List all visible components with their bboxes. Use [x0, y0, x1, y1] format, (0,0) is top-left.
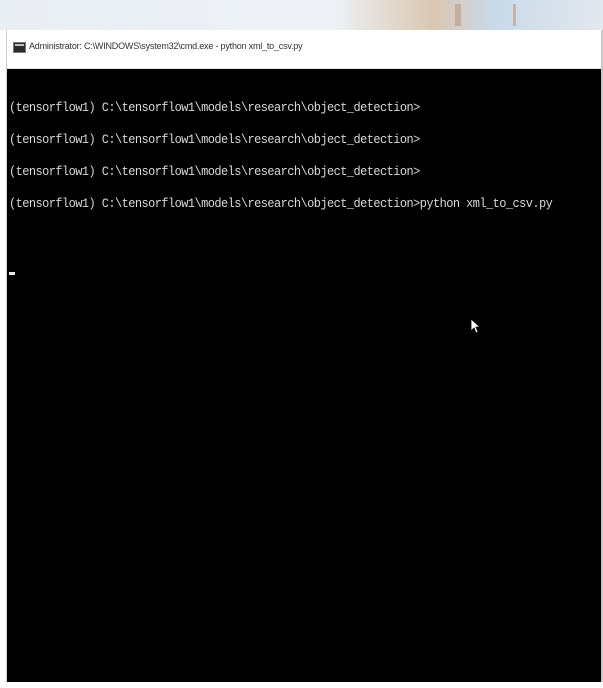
- cmd-window[interactable]: Administrator: C:\WINDOWS\system32\cmd.e…: [6, 30, 603, 682]
- desktop-decoration: [455, 4, 461, 26]
- text-cursor: [9, 272, 15, 275]
- desktop-decoration: [513, 4, 516, 26]
- console-line: (tensorflow1) C:\tensorflow1\models\rese…: [9, 196, 553, 211]
- desktop-background: [0, 0, 603, 30]
- window-titlebar[interactable]: Administrator: C:\WINDOWS\system32\cmd.e…: [7, 30, 603, 69]
- console-line: (tensorflow1) C:\tensorflow1\models\rese…: [9, 132, 420, 147]
- screenshot-frame: Administrator: C:\WINDOWS\system32\cmd.e…: [0, 0, 603, 688]
- console-line: (tensorflow1) C:\tensorflow1\models\rese…: [9, 100, 420, 115]
- console-output[interactable]: (tensorflow1) C:\tensorflow1\models\rese…: [7, 68, 603, 682]
- window-title: Administrator: C:\WINDOWS\system32\cmd.e…: [29, 41, 303, 51]
- mouse-pointer-icon: [470, 318, 480, 334]
- bottom-margin: [0, 682, 603, 688]
- cmd-icon: [13, 42, 26, 53]
- console-line: (tensorflow1) C:\tensorflow1\models\rese…: [9, 164, 420, 179]
